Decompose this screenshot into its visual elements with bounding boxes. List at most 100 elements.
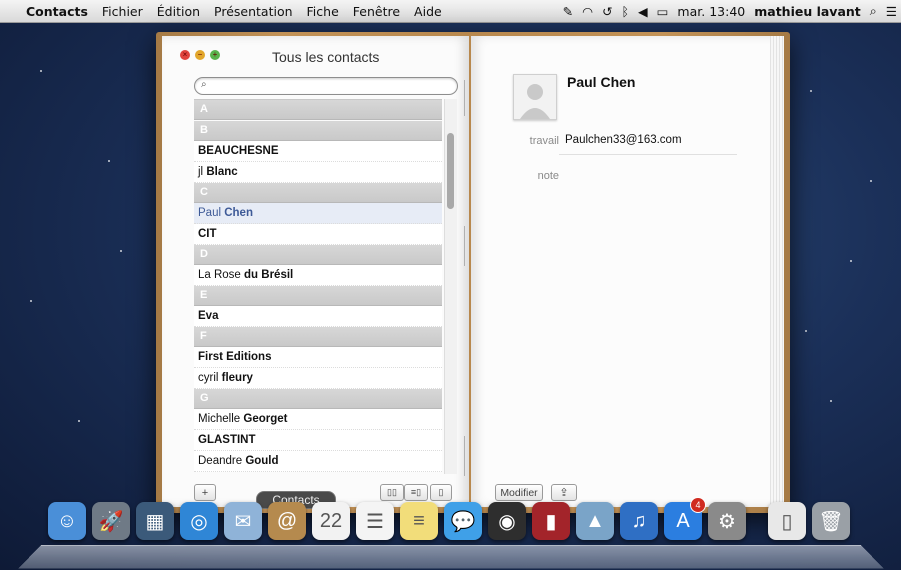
contact-last-name: Gould <box>245 455 279 467</box>
calendar-icon[interactable]: 22 <box>312 502 350 540</box>
view-card-list-button[interactable]: ▯▯ <box>380 484 404 501</box>
menu-aide[interactable]: Aide <box>407 4 449 19</box>
contact-first-name: Michelle <box>198 413 244 425</box>
search-input[interactable]: ⌕ <box>194 77 458 95</box>
contacts-list-page: × − + Tous les contacts ⌕ A B BEAUCHESNE jl… <box>162 36 469 507</box>
contact-last-name: Georget <box>243 413 288 425</box>
view-card-button[interactable]: ▯ <box>430 484 452 501</box>
section-header-f: F <box>194 327 442 347</box>
contact-row[interactable]: Eva <box>194 306 442 327</box>
person-silhouette-icon <box>520 84 550 119</box>
window-title: Tous les contacts <box>272 49 380 65</box>
section-header-a: A <box>194 100 442 120</box>
notes-icon[interactable]: ≡ <box>400 502 438 540</box>
contact-row[interactable]: GLASTINT <box>194 430 442 451</box>
iphoto-icon[interactable]: ▲ <box>576 502 614 540</box>
itunes-icon[interactable]: ♫ <box>620 502 658 540</box>
zoom-window-icon[interactable]: + <box>210 50 220 60</box>
contact-last-name: GLASTINT <box>198 434 256 446</box>
volume-icon[interactable]: ◀ <box>638 4 648 19</box>
time-machine-icon[interactable]: ↺ <box>602 4 612 19</box>
contacts-list[interactable]: A B BEAUCHESNE jl Blanc C Paul Chen CIT D La Ros… <box>194 99 442 475</box>
contact-name: Paul Chen <box>567 74 636 90</box>
contact-avatar[interactable] <box>513 74 557 120</box>
contact-row[interactable]: Paul Chen <box>194 203 442 224</box>
contact-last-name: Blanc <box>206 166 238 178</box>
binder-hole <box>464 436 465 476</box>
share-button[interactable]: ⇪ <box>551 484 577 501</box>
scrollbar-thumb[interactable] <box>447 133 454 209</box>
contact-first-name: Paul <box>198 207 225 219</box>
mail-icon[interactable]: ✉ <box>224 502 262 540</box>
safari-icon[interactable]: ◎ <box>180 502 218 540</box>
notification-center-icon[interactable]: ☰ <box>886 4 897 19</box>
wifi-icon[interactable]: ◠ <box>582 4 593 19</box>
contact-last-name: fleury <box>221 372 253 384</box>
contact-first-name: La Rose <box>198 269 245 281</box>
dock: ☺ 🚀 ▦ ◎ ✉ @22 ☰ ≡ 💬 ◉ ▮ ▲ ♫ A 4 ⚙ ▯ 🗑 <box>17 497 885 570</box>
contact-row[interactable]: Deandre Gould <box>194 451 442 472</box>
menu-fichier[interactable]: Fichier <box>95 4 150 19</box>
edit-contact-button[interactable]: Modifier <box>495 484 543 501</box>
messages-icon[interactable]: 💬 <box>444 502 482 540</box>
contact-last-name: First Editions <box>198 351 272 363</box>
contact-row[interactable]: CIT <box>194 224 442 245</box>
contact-last-name: du Brésil <box>244 269 294 281</box>
section-header-b: B <box>194 121 442 141</box>
battery-icon[interactable]: ▭ <box>657 4 669 19</box>
contact-row[interactable]: First Editions <box>194 347 442 368</box>
close-window-icon[interactable]: × <box>180 50 190 60</box>
search-icon: ⌕ <box>201 79 207 90</box>
contact-row[interactable]: BEAUCHESNE <box>194 141 442 162</box>
menubar-clock[interactable]: mar. 13:40 <box>677 4 745 19</box>
contact-first-name: Deandre <box>198 455 246 467</box>
menu-app-contacts[interactable]: Contacts <box>19 4 95 19</box>
documents-icon[interactable]: ▯ <box>768 502 806 540</box>
photo-booth-icon[interactable]: ▮ <box>532 502 570 540</box>
field-divider <box>559 154 737 155</box>
contact-row[interactable]: Michelle Georget <box>194 409 442 430</box>
section-header-c: C <box>194 183 442 203</box>
launchpad-icon[interactable]: 🚀 <box>92 502 130 540</box>
view-list-button[interactable]: ≡▯ <box>404 484 428 501</box>
notification-badge: 4 <box>690 497 706 513</box>
contact-row[interactable]: jl Blanc <box>194 162 442 183</box>
menu-fenetre[interactable]: Fenêtre <box>346 4 407 19</box>
contact-card-page: Paul Chen travail Paulchen33@163.com not… <box>471 36 784 507</box>
menu-edition[interactable]: Édition <box>150 4 207 19</box>
contact-last-name: BEAUCHESNE <box>198 145 279 157</box>
contact-row[interactable]: La Rose du Brésil <box>194 265 442 286</box>
work-email-label: travail <box>529 135 559 147</box>
work-email-value[interactable]: Paulchen33@163.com <box>565 134 682 146</box>
contacts-icon[interactable]: @ <box>268 502 306 540</box>
section-header-d: D <box>194 245 442 265</box>
contact-last-name: Chen <box>224 207 253 219</box>
menubar-user[interactable]: mathieu lavant <box>754 4 861 19</box>
menu-bar: Contacts Fichier Édition Présentation Fi… <box>0 0 901 23</box>
minimize-window-icon[interactable]: − <box>195 50 205 60</box>
contact-last-name: CIT <box>198 228 217 240</box>
binder-hole <box>464 226 465 266</box>
dock-shelf <box>17 544 885 569</box>
add-contact-button[interactable]: + <box>194 484 216 501</box>
section-header-g: G <box>194 389 442 409</box>
facetime-icon[interactable]: ◉ <box>488 502 526 540</box>
note-label: note <box>537 170 559 182</box>
bluetooth-icon[interactable]: ᛒ <box>621 4 629 19</box>
section-header-e: E <box>194 286 442 306</box>
scripts-menu-icon[interactable]: ✎ <box>563 4 573 19</box>
menu-fiche[interactable]: Fiche <box>300 4 346 19</box>
system-preferences-icon[interactable]: ⚙ <box>708 502 746 540</box>
trash-icon[interactable]: 🗑 <box>812 502 850 540</box>
list-scrollbar[interactable] <box>444 99 457 474</box>
contact-last-name: Eva <box>198 310 219 322</box>
contact-row[interactable]: cyril fleury <box>194 368 442 389</box>
finder-icon[interactable]: ☺ <box>48 502 86 540</box>
app-store-icon[interactable]: A4 <box>664 497 706 540</box>
spotlight-icon[interactable]: ⌕ <box>870 3 877 19</box>
menu-presentation[interactable]: Présentation <box>207 4 300 19</box>
contacts-window: × − + Tous les contacts ⌕ A B BEAUCHESNE jl… <box>156 32 790 513</box>
binder-hole <box>464 80 465 116</box>
mission-control-icon[interactable]: ▦ <box>136 502 174 540</box>
reminders-icon[interactable]: ☰ <box>356 502 394 540</box>
